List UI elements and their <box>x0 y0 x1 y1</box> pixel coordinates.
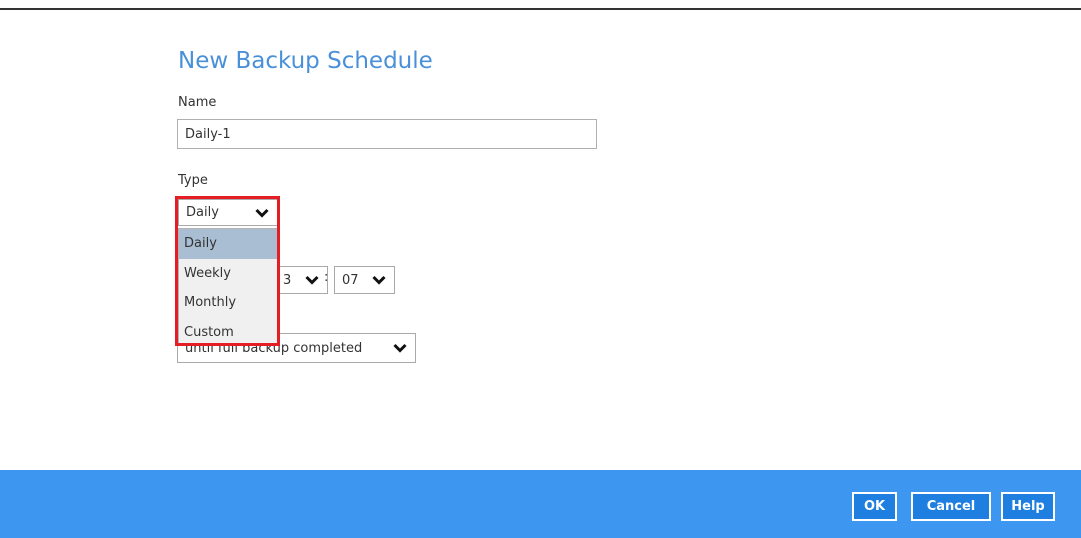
name-input[interactable] <box>177 119 597 149</box>
chevron-down-icon <box>372 275 386 285</box>
help-button[interactable]: Help <box>1001 492 1055 521</box>
type-option-daily[interactable]: Daily <box>179 229 277 259</box>
type-option-monthly[interactable]: Monthly <box>179 288 277 318</box>
type-select-value: Daily <box>186 205 219 220</box>
page-title: New Backup Schedule <box>178 48 433 74</box>
type-label: Type <box>178 173 208 188</box>
name-label: Name <box>178 95 217 110</box>
type-select[interactable]: Daily <box>178 199 278 226</box>
minute-select[interactable]: 07 <box>334 266 395 294</box>
top-divider <box>0 8 1081 10</box>
type-option-custom[interactable]: Custom <box>179 318 277 348</box>
minute-select-value: 07 <box>342 272 359 288</box>
time-separator: : <box>324 270 329 285</box>
type-option-weekly[interactable]: Weekly <box>179 259 277 289</box>
type-dropdown-list: Daily Weekly Monthly Custom <box>178 228 278 346</box>
chevron-down-icon <box>393 343 407 353</box>
chevron-down-icon <box>305 275 319 285</box>
ok-button[interactable]: OK <box>852 492 897 521</box>
hour-select-value: 3 <box>283 273 292 288</box>
chevron-down-icon <box>255 208 269 218</box>
cancel-button[interactable]: Cancel <box>911 492 991 521</box>
